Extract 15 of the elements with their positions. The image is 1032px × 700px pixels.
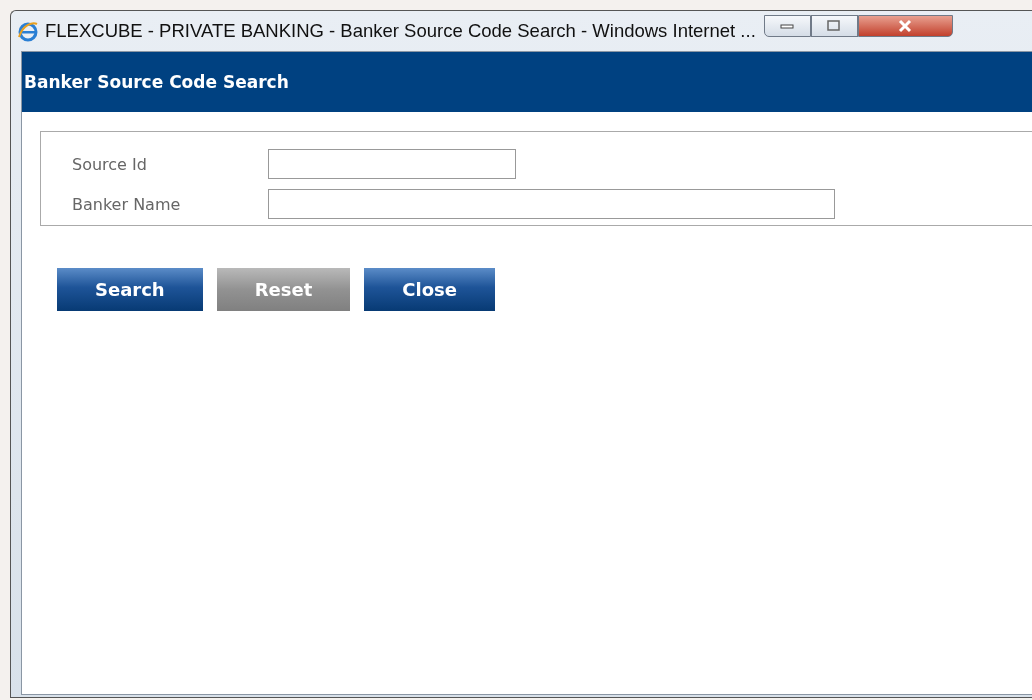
input-field[interactable] xyxy=(268,189,835,219)
maximize-icon xyxy=(827,20,842,32)
close-icon xyxy=(897,19,914,33)
minimize-icon xyxy=(780,23,795,29)
action-button[interactable]: Search xyxy=(57,268,203,311)
minimize-button[interactable] xyxy=(763,15,811,37)
maximize-button[interactable] xyxy=(810,15,858,37)
field-label: Source Id xyxy=(72,154,148,174)
field-label: Banker Name xyxy=(72,194,182,214)
browser-icon xyxy=(17,20,39,42)
window-title: FLEXCUBE - PRIVATE BANKING - Banker Source Code Search - Windows Internet ... xyxy=(45,20,756,42)
input-field[interactable] xyxy=(268,149,516,179)
close-button[interactable] xyxy=(857,15,953,37)
page-header: Banker Source Code Search xyxy=(22,52,1032,112)
action-button[interactable]: Close xyxy=(364,268,495,311)
